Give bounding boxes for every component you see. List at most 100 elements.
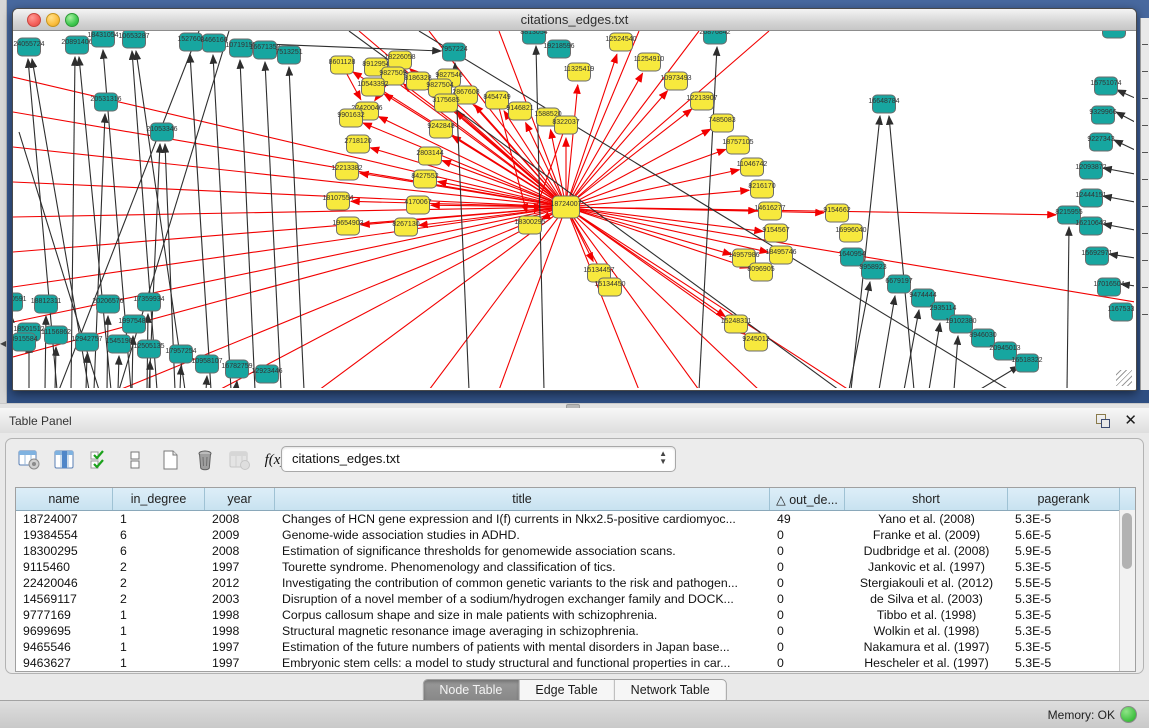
graph-node[interactable]: 12093872 [1075, 161, 1106, 179]
graph-node[interactable]: 19102380 [945, 315, 976, 333]
table-row[interactable]: 946554611997Estimation of the future num… [16, 639, 1135, 655]
graph-node[interactable]: 3915584 [13, 333, 38, 351]
graph-node[interactable]: 9154567 [762, 224, 789, 242]
graph-node[interactable]: 15248311 [721, 315, 752, 333]
table-row[interactable]: 2242004622012Investigating the contribut… [16, 575, 1135, 591]
graph-node[interactable]: 10653287 [118, 31, 149, 48]
graph-node[interactable]: 8466160 [200, 34, 227, 52]
close-panel-icon[interactable]: ✕ [1124, 411, 1137, 429]
table-row[interactable]: 1456911722003Disruption of a novel membe… [16, 591, 1135, 607]
graph-node[interactable]: 14616277 [754, 202, 785, 220]
column-header-in-degree[interactable]: in_degree [113, 488, 205, 510]
graph-node[interactable]: 24055724 [13, 38, 44, 56]
create-table-icon[interactable] [156, 447, 184, 473]
column-header-out-de-[interactable]: △ out_de... [770, 488, 845, 510]
graph-node[interactable]: 12505135 [133, 340, 164, 358]
graph-node[interactable]: 9242848 [427, 120, 454, 138]
delete-table-icon[interactable] [191, 447, 219, 473]
graph-node[interactable]: 25260591 [13, 293, 27, 311]
graph-node[interactable]: 11046742 [737, 158, 768, 176]
graph-node[interactable]: 20876842 [699, 31, 730, 44]
column-header-title[interactable]: title [275, 488, 770, 510]
table-row[interactable]: 911546021997Tourette syndrome. Phenomeno… [16, 559, 1135, 575]
graph-node[interactable]: 11325419 [564, 63, 595, 81]
graph-node[interactable]: 20206576 [92, 295, 123, 313]
column-header-pagerank[interactable]: pagerank [1008, 488, 1120, 510]
table-row[interactable]: 969969511998Structural magnetic resonanc… [16, 623, 1135, 639]
graph-node[interactable]: 8216170 [748, 180, 775, 198]
graph-node[interactable]: 11156862 [41, 326, 71, 344]
graph-node[interactable]: 12444151 [1075, 189, 1106, 207]
graph-node[interactable]: 9227343 [1087, 133, 1114, 151]
graph-node[interactable]: 1545190 [105, 335, 132, 353]
graph-node[interactable]: 9154662 [823, 204, 850, 222]
graph-node[interactable]: 16782759 [221, 360, 252, 378]
table-row[interactable]: 1872400712008Changes of HCN gene express… [16, 511, 1135, 527]
graph-node[interactable]: 2803144 [416, 147, 443, 165]
graph-node[interactable]: 19654903 [332, 217, 363, 235]
graph-node[interactable]: 18226058 [384, 51, 415, 69]
graph-node[interactable]: 4170067 [404, 196, 431, 214]
graph-node[interactable]: 8958923 [859, 261, 886, 279]
network-window[interactable]: citations_edges.txt 24055724 20891406 18… [12, 8, 1137, 391]
graph-node[interactable]: 15692971 [1081, 247, 1112, 265]
table-selector[interactable]: citations_edges.txt ▲▼ [281, 446, 676, 472]
graph-node[interactable]: 8096905 [747, 263, 774, 281]
graph-node[interactable]: 12524540 [605, 33, 636, 51]
graph-node[interactable]: 8427552 [411, 170, 438, 188]
column-header-short[interactable]: short [845, 488, 1008, 510]
graph-node[interactable]: 1167533 [1108, 303, 1134, 321]
column-header-name[interactable]: name [16, 488, 113, 510]
graph-node[interactable]: 18300295 [514, 216, 545, 234]
graph-node[interactable]: 2718120 [344, 135, 371, 153]
graph-node[interactable]: 10973493 [660, 72, 691, 90]
graph-node[interactable]: 20531316 [90, 93, 121, 111]
vertical-scrollbar[interactable] [1119, 510, 1135, 671]
graph-node[interactable]: 10958107 [191, 355, 222, 373]
graph-node[interactable]: 19975487 [118, 315, 149, 333]
graph-node[interactable]: 12213907 [686, 92, 717, 110]
graph-node[interactable]: 6679197 [885, 275, 912, 293]
graph-node[interactable]: 17016504 [1093, 278, 1124, 296]
graph-node[interactable]: 8601128 [329, 56, 356, 74]
graph-node[interactable]: 8322037 [552, 116, 579, 134]
graph-node[interactable]: 9901632 [337, 109, 364, 127]
graph-node[interactable]: 12942757 [71, 333, 102, 351]
graph-node[interactable]: 12923446 [251, 365, 282, 383]
graph-node[interactable]: 7957224 [440, 43, 467, 61]
graph-node[interactable]: 18431054 [87, 31, 118, 47]
show-columns-icon[interactable] [51, 447, 79, 473]
graph-node[interactable]: 7513251 [275, 46, 302, 64]
table-selector-stepper-icon[interactable]: ▲▼ [659, 450, 667, 466]
column-header-year[interactable]: year [205, 488, 275, 510]
graph-node[interactable]: 11254910 [634, 53, 665, 71]
graph-node[interactable]: 1812452 [1100, 31, 1127, 38]
float-panel-icon[interactable] [1096, 414, 1109, 427]
graph-node[interactable]: 7485083 [708, 114, 735, 132]
selection-mode-icon[interactable] [86, 447, 114, 473]
graph-node[interactable]: 16210643 [1075, 217, 1106, 235]
graph-node[interactable]: 15134450 [594, 278, 625, 296]
table-row[interactable]: 1938455462009Genome-wide association stu… [16, 527, 1135, 543]
graph-node[interactable]: 10543392 [357, 78, 388, 96]
graph-node[interactable]: 16996040 [835, 224, 866, 242]
graph-node[interactable]: 9329966 [1089, 106, 1116, 124]
table-settings-icon[interactable] [16, 447, 44, 473]
graph-node[interactable]: 18107554 [322, 192, 353, 210]
graph-node[interactable]: 15751074 [1090, 77, 1121, 95]
graph-node[interactable]: 12213382 [331, 162, 362, 180]
network-window-titlebar[interactable]: citations_edges.txt [13, 9, 1136, 31]
graph-node[interactable]: 18724007 [550, 196, 581, 218]
table-row[interactable]: 1830029562008Estimation of significance … [16, 543, 1135, 559]
graph-node[interactable]: 16648784 [868, 95, 899, 113]
window-resize-grip[interactable] [1116, 370, 1132, 386]
scrollbar-thumb[interactable] [1122, 513, 1132, 569]
left-splitter-strip[interactable]: ◀ [0, 0, 7, 403]
graph-node[interactable]: 19218596 [543, 40, 574, 58]
collapse-left-arrow-icon[interactable]: ◀ [0, 340, 6, 348]
graph-node[interactable]: 9146821 [506, 102, 533, 120]
graph-node[interactable]: 3175685 [432, 94, 459, 112]
row-height-icon[interactable] [121, 447, 149, 473]
graph-node[interactable]: 18812311 [31, 295, 62, 313]
graph-node[interactable]: 9245012 [742, 333, 769, 351]
